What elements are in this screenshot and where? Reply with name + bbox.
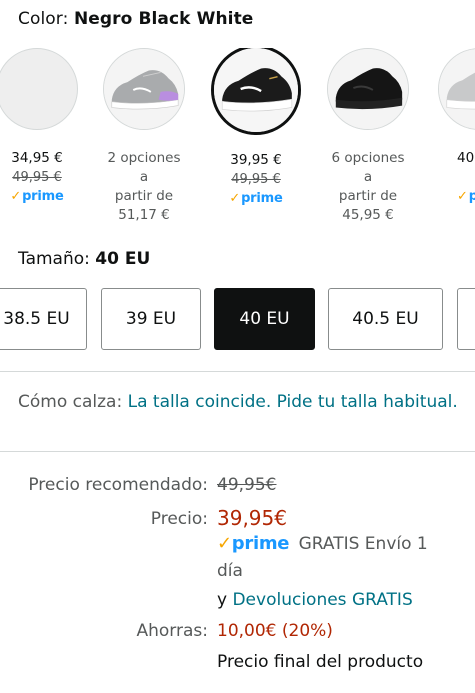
swatch-from-price-0: 51,17 € (118, 207, 170, 223)
savings-label: Ahorras: (136, 621, 209, 641)
shipping-info: ✓prime GRATIS Envío 1 (217, 533, 428, 554)
swatch-was-price-0: 49,95 € (12, 170, 62, 185)
color-swatch-1[interactable]: 2 opciones a partir de 51,17 € (102, 48, 186, 223)
size-label-row: Tamaño: 40 EU (18, 249, 150, 269)
color-swatch-2-selected[interactable]: 39,95 € 49,95 € ✓prime (211, 48, 301, 208)
list-price-value: 49,95€ (217, 475, 277, 495)
swatch-image-0[interactable] (0, 48, 78, 130)
returns-prefix: y (217, 590, 228, 610)
color-swatch-4[interactable]: 40, ✓p (437, 48, 475, 206)
swatch-was-price-2: 49,95 € (231, 172, 281, 187)
fit-link[interactable]: La talla coincide. Pide tu talla habitua… (128, 392, 458, 412)
size-button-39[interactable]: 39 EU (101, 288, 201, 350)
list-price-label: Precio recomendado: (28, 475, 208, 495)
shoe-all-black-image (328, 49, 408, 129)
returns-link[interactable]: Devoluciones GRATIS (232, 590, 412, 610)
price-value: 39,95€ (217, 506, 287, 530)
size-button-40-selected[interactable]: 40 EU (214, 288, 315, 350)
swatch-from-1: partir de (338, 188, 398, 204)
size-button-40-5[interactable]: 40.5 EU (328, 288, 443, 350)
prime-check-icon: ✓ (229, 191, 241, 206)
size-label: Tamaño: (18, 249, 90, 269)
fit-info: Cómo calza: La talla coincide. Pide tu t… (18, 390, 458, 415)
swatch-price-2: 39,95 € (230, 152, 282, 168)
shipping-text-2: día (217, 561, 243, 581)
returns-info: y Devoluciones GRATIS (217, 590, 413, 610)
size-button-38-5[interactable]: 38.5 EU (0, 288, 87, 350)
final-price-note: Precio final del producto (217, 652, 424, 672)
size-button-next-partial[interactable] (457, 288, 475, 350)
swatch-price-0: 34,95 € (11, 150, 63, 166)
swatch-image-2[interactable] (211, 48, 301, 135)
swatch-from-price-1: 45,95 € (342, 207, 394, 223)
prime-badge-4: ✓p (457, 189, 475, 204)
size-options[interactable]: 38.5 EU 39 EU 40 EU 40.5 EU (0, 288, 475, 350)
shoe-light-grey-image (439, 49, 475, 129)
swatch-image-3[interactable] (327, 48, 409, 130)
size-value: 40 EU (95, 249, 151, 269)
swatch-image-4[interactable] (438, 48, 475, 130)
prime-check-icon: ✓ (457, 189, 468, 204)
prime-check-icon: ✓ (217, 533, 232, 554)
prime-check-icon: ✓ (10, 189, 22, 204)
prime-badge-0: ✓prime (10, 189, 64, 204)
prime-badge-2: ✓prime (229, 191, 283, 206)
color-swatch-0[interactable]: 34,95 € 49,95 € ✓prime (0, 48, 79, 206)
swatch-options-0: 2 opciones a (107, 150, 181, 185)
swatch-image-1[interactable] (103, 48, 185, 130)
divider-1 (0, 371, 475, 372)
swatch-options-1: 6 opciones a (331, 150, 405, 185)
swatch-from-0: partir de (114, 188, 174, 204)
shipping-text: GRATIS Envío 1 (298, 534, 428, 554)
shoe-black-white-image (214, 48, 298, 132)
color-swatch-carousel[interactable]: 34,95 € 49,95 € ✓prime 2 opciones a part… (0, 48, 475, 223)
prime-badge: ✓prime (217, 533, 290, 554)
divider-2 (0, 451, 475, 452)
swatch-price-4: 40, (457, 150, 475, 166)
price-label: Precio: (150, 509, 208, 529)
savings-value: 10,00€ (20%) (217, 621, 333, 641)
color-swatch-3[interactable]: 6 opciones a partir de 45,95 € (326, 48, 410, 223)
color-label: Color: (18, 9, 69, 29)
shoe-grey-purple-image (104, 49, 184, 129)
color-value: Negro Black White (73, 9, 254, 29)
fit-label: Cómo calza: (18, 392, 123, 412)
color-label-row: Color: Negro Black White (18, 9, 253, 29)
